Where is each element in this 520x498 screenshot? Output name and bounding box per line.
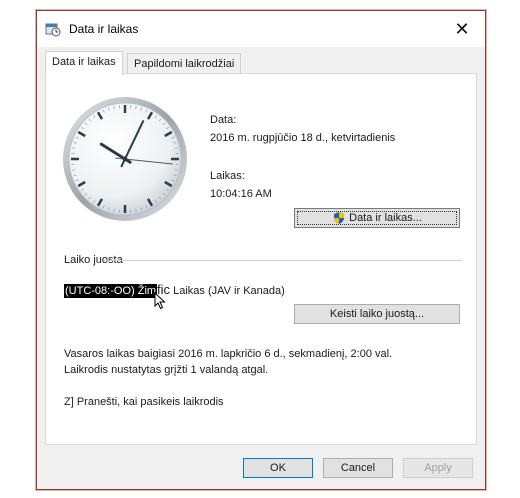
timezone-selected: (UTC-08:-OO) Žim <box>64 284 158 298</box>
close-icon: ✕ <box>454 18 470 39</box>
tab-panel: Data: 2016 m. rugpjūčio 18 d., ketvirtad… <box>45 73 477 445</box>
cancel-button[interactable]: Cancel <box>323 458 393 478</box>
date-label: Data: <box>210 114 237 126</box>
notify-checkbox[interactable]: Z] Pranešti, kai pasikeis laikrodis <box>64 396 224 408</box>
uac-shield-icon <box>332 211 346 225</box>
ok-label: OK <box>270 462 286 474</box>
ok-button[interactable]: OK <box>243 458 313 478</box>
tab-additional-clocks[interactable]: Papildomi laikrodžiai <box>127 53 242 74</box>
change-date-time-label: Data ir laikas... <box>349 212 422 224</box>
apply-label: Apply <box>424 462 452 474</box>
cancel-label: Cancel <box>340 462 376 474</box>
change-date-time-button[interactable]: Data ir laikas... <box>294 208 460 228</box>
analog-clock <box>63 97 187 221</box>
timezone-rest: Laikas (JAV ir Kanada) <box>170 285 285 297</box>
dst-line-1: Vasaros laikas baigiasi 2016 m. lapkriči… <box>64 348 393 360</box>
change-timezone-label: Keisti laiko juostą... <box>329 308 425 320</box>
mouse-cursor-icon <box>154 292 166 310</box>
date-value: 2016 m. rugpjūčio 18 d., ketvirtadienis <box>210 132 396 144</box>
time-label: Laikas: <box>210 170 245 182</box>
dst-line-2: Laikrodis nustatytas grįžti 1 valandą at… <box>64 364 269 376</box>
tab-label: Data ir laikas <box>52 56 116 68</box>
timezone-text: (UTC-08:-OO) Žimfic Laikas (JAV ir Kanad… <box>64 282 285 298</box>
group-divider <box>104 260 462 261</box>
date-time-dialog: Data ir laikas ✕ Data ir laikas Papildom… <box>36 10 486 490</box>
clock-center <box>122 156 128 162</box>
tab-label: Papildomi laikrodžiai <box>134 58 235 70</box>
change-timezone-button[interactable]: Keisti laiko juostą... <box>294 304 460 324</box>
date-time-icon <box>45 21 61 37</box>
time-value: 10:04:16 AM <box>210 188 272 200</box>
title-bar[interactable]: Data ir laikas ✕ <box>37 11 485 47</box>
apply-button[interactable]: Apply <box>403 458 473 478</box>
window-title: Data ir laikas <box>69 22 139 36</box>
close-button[interactable]: ✕ <box>439 11 485 47</box>
tab-date-time[interactable]: Data ir laikas <box>45 51 123 75</box>
